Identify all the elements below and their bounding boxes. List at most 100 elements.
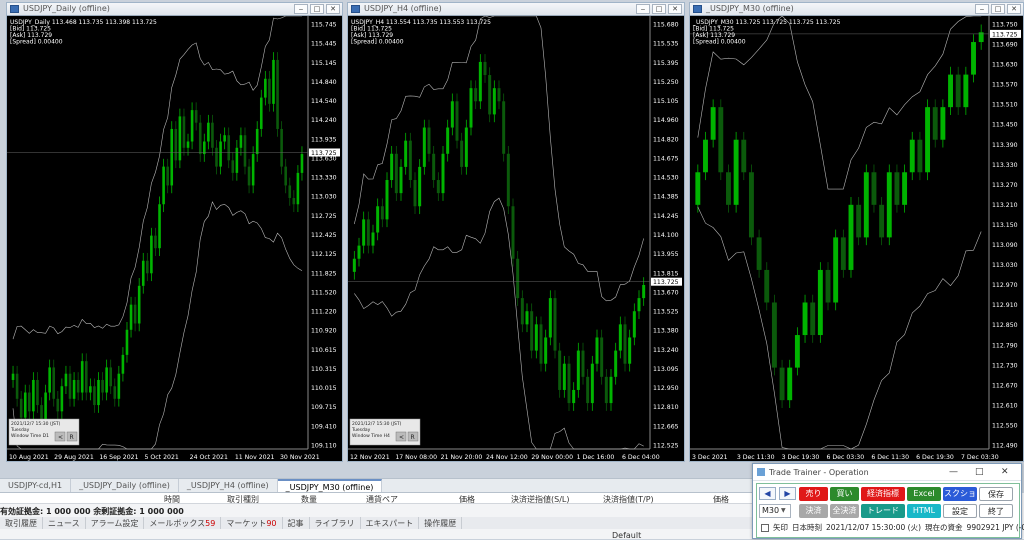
column-header[interactable]: 通貨ペア xyxy=(366,494,398,505)
candle-body xyxy=(618,324,622,351)
terminal-tab[interactable]: アラーム設定 xyxy=(86,517,145,529)
chart-tab[interactable]: _USDJPY_H4 (offline) xyxy=(179,479,278,492)
candle-body xyxy=(404,140,408,167)
price-chart[interactable]: 115.680 115.535 115.395 115.250 115.105 114.9… xyxy=(348,16,684,461)
candle-body xyxy=(590,363,594,404)
chart-window-daily[interactable]: USDJPY_Daily (offline) ‒ □ ✕ 115.745 115.44… xyxy=(6,2,343,462)
price-tick-label: 115.145 xyxy=(311,60,337,67)
chart-tab-active[interactable]: _USDJPY_M30 (offline) xyxy=(277,479,383,492)
time-info-line: Tuesday xyxy=(351,427,371,433)
minimize-icon[interactable]: ‒ xyxy=(294,4,308,14)
trade-button[interactable]: トレード xyxy=(861,504,905,518)
column-header[interactable]: 時間 xyxy=(164,494,180,505)
column-header[interactable]: 数量 xyxy=(301,494,317,505)
candle-body xyxy=(292,197,296,205)
chart-tab[interactable]: USDJPY-cd,H1 xyxy=(0,479,72,492)
quit-button[interactable]: 終了 xyxy=(979,504,1013,518)
arrow-checkbox[interactable] xyxy=(761,523,769,532)
terminal-tab-mailbox[interactable]: メールボックス59 xyxy=(144,517,222,529)
minimize-icon[interactable]: ‒ xyxy=(636,4,650,14)
timeframe-value: M30 xyxy=(762,506,780,515)
candle-body xyxy=(764,269,770,303)
screenshot-button[interactable]: スクショ xyxy=(943,487,977,501)
chart-window-m30[interactable]: _USDJPY_M30 (offline) ‒ □ ✕ 113.750 113.690… xyxy=(689,2,1024,462)
operation-panel: ◀ ▶ 売り 買い 経済指標 Excel スクショ 保存 M30 ▼ 決済 全決済… xyxy=(756,483,1024,538)
time-tick-label: 3 Dec 19:30 xyxy=(782,454,820,461)
close-icon[interactable]: ✕ xyxy=(326,4,340,14)
trade-trainer-title: Trade Trainer - Operation xyxy=(769,468,869,477)
maximize-icon[interactable]: □ xyxy=(991,4,1005,14)
sell-button[interactable]: 売り xyxy=(799,487,828,501)
candle-body xyxy=(174,128,178,161)
settle-button[interactable]: 決済 xyxy=(799,504,828,518)
candle-body xyxy=(399,166,403,194)
price-tick-label: 113.210 xyxy=(992,202,1018,209)
candle-body xyxy=(105,367,108,393)
status-bar: 矢印 日本時刻 2021/12/07 15:30:00 (火) 現在の資金 99… xyxy=(761,522,1024,533)
prev-bar-button[interactable]: ◀ xyxy=(759,487,776,500)
close-icon[interactable]: ✕ xyxy=(668,4,682,14)
chart-window-titlebar[interactable]: USDJPY_Daily (offline) ‒ □ ✕ xyxy=(7,3,342,16)
timeframe-select[interactable]: M30 ▼ xyxy=(759,504,791,518)
candle-body xyxy=(89,386,92,393)
terminal-tab[interactable]: ライブラリ xyxy=(310,517,361,529)
terminal-tab[interactable]: 取引履歴 xyxy=(0,517,43,529)
candle-body xyxy=(190,110,194,142)
html-button[interactable]: HTML xyxy=(907,504,941,518)
minimize-icon[interactable]: — xyxy=(949,467,958,477)
terminal-tab[interactable]: ニュース xyxy=(43,517,86,529)
maximize-icon[interactable]: □ xyxy=(652,4,666,14)
candle-body xyxy=(863,172,869,238)
price-tick-label: 114.960 xyxy=(653,117,679,124)
column-header[interactable]: 決済逆指値(S/L) xyxy=(511,494,569,505)
price-tick-label: 113.150 xyxy=(992,222,1018,229)
column-header[interactable]: 価格 xyxy=(713,494,729,505)
column-header[interactable]: 価格 xyxy=(459,494,475,505)
terminal-tabs: 取引履歴 ニュース アラーム設定 メールボックス59 マーケット90 記事 ライ… xyxy=(0,517,760,529)
settings-button[interactable]: 設定 xyxy=(943,504,977,518)
column-header[interactable]: 取引種別 xyxy=(227,494,259,505)
column-header[interactable]: 決済指値(T/P) xyxy=(603,494,654,505)
candle-body xyxy=(288,185,292,198)
price-tick-label: 113.380 xyxy=(653,328,679,335)
buy-button[interactable]: 買い xyxy=(830,487,859,501)
time-tick-label: 7 Dec 03:30 xyxy=(961,454,999,461)
chart-window-titlebar[interactable]: _USDJPY_M30 (offline) ‒ □ ✕ xyxy=(690,3,1023,16)
maximize-icon[interactable]: □ xyxy=(310,4,324,14)
trade-trainer-titlebar[interactable]: Trade Trainer - Operation — □ ✕ xyxy=(753,464,1021,481)
candle-body xyxy=(68,373,72,399)
save-button[interactable]: 保存 xyxy=(979,487,1013,501)
chart-window-h4[interactable]: USDJPY_H4 (offline) ‒ □ ✕ 115.680 115.535 11… xyxy=(347,2,685,462)
next-bar-button[interactable]: ▶ xyxy=(779,487,796,500)
price-tick-label: 115.395 xyxy=(653,60,679,67)
chart-window-titlebar[interactable]: USDJPY_H4 (offline) ‒ □ ✕ xyxy=(348,3,684,16)
terminal-tab[interactable]: エキスパート xyxy=(361,517,420,529)
terminal-tab[interactable]: 記事 xyxy=(283,517,310,529)
price-tick-label: 110.615 xyxy=(311,347,337,354)
terminal-tab[interactable]: 操作履歴 xyxy=(419,517,463,529)
price-chart[interactable]: 113.750 113.690 113.630 113.570 113.510 113.4… xyxy=(690,16,1023,461)
excel-button[interactable]: Excel xyxy=(907,487,941,501)
candle-body xyxy=(748,172,754,238)
current-datetime: 2021/12/07 15:30:00 (火) xyxy=(826,523,922,532)
close-icon[interactable]: ✕ xyxy=(1001,467,1009,477)
price-chart[interactable]: 115.745 115.445 115.145 114.840 114.540 114.2… xyxy=(7,16,342,461)
close-icon[interactable]: ✕ xyxy=(1007,4,1021,14)
candle-body xyxy=(525,311,529,325)
candle-body xyxy=(121,354,125,374)
candle-body xyxy=(581,350,585,377)
minimize-icon[interactable]: ‒ xyxy=(975,4,989,14)
candle-body xyxy=(600,337,604,377)
chart-tab[interactable]: _USDJPY_Daily (offline) xyxy=(71,479,179,492)
time-tick-label: 12 Nov 2021 xyxy=(350,454,390,461)
trade-trainer-window[interactable]: Trade Trainer - Operation — □ ✕ ◀ ▶ 売り 買… xyxy=(752,463,1024,539)
price-tick-label: 110.015 xyxy=(311,385,337,392)
maximize-icon[interactable]: □ xyxy=(975,467,984,477)
price-tick-label: 113.030 xyxy=(992,262,1018,269)
time-tick-label: 16 Sep 2021 xyxy=(99,454,138,461)
candle-body xyxy=(940,107,946,140)
economic-indicator-button[interactable]: 経済指標 xyxy=(861,487,905,501)
terminal-tab-market[interactable]: マーケット90 xyxy=(221,517,283,529)
settle-all-button[interactable]: 全決済 xyxy=(830,504,859,518)
candle-body xyxy=(604,376,608,404)
